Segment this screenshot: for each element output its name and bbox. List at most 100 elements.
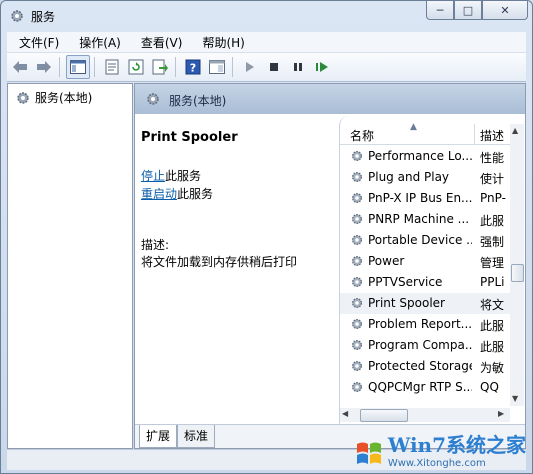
- refresh-icon: [128, 59, 144, 75]
- service-row-description: 管理: [480, 256, 505, 270]
- export-list-icon: [152, 59, 168, 75]
- pause-service-button[interactable]: [287, 56, 309, 78]
- column-separator[interactable]: [474, 124, 475, 144]
- column-header-name[interactable]: 名称: [350, 127, 374, 144]
- table-row[interactable]: PNRP Machine ... 此服: [340, 209, 510, 230]
- gear-icon: [350, 170, 364, 187]
- gear-icon: [9, 8, 25, 24]
- table-row[interactable]: Portable Device ... 强制: [340, 230, 510, 251]
- table-row[interactable]: Power 管理: [340, 251, 510, 272]
- table-row[interactable]: Program Compa... 此服: [340, 335, 510, 356]
- table-row[interactable]: Performance Lo... 性能: [340, 146, 510, 167]
- console-tree-pane: 服务(本地): [7, 83, 133, 449]
- scroll-up-icon[interactable]: ▲: [512, 126, 518, 135]
- export-list-button[interactable]: [149, 56, 171, 78]
- table-row[interactable]: Problem Report... 此服: [340, 314, 510, 335]
- tree-item-label: 服务(本地): [35, 91, 93, 105]
- svg-text:?: ?: [190, 62, 196, 75]
- minimize-button[interactable]: ─: [426, 1, 454, 20]
- services-list: ▲ 名称 描述 Performance Lo... 性能 Plug and Play…: [339, 116, 524, 424]
- service-row-description: 使计: [480, 172, 505, 186]
- list-header: ▲ 名称 描述: [340, 122, 510, 145]
- gear-icon: [350, 233, 364, 250]
- properties-icon: [105, 59, 119, 75]
- service-row-name: Power: [368, 254, 405, 268]
- gear-icon: [350, 212, 364, 229]
- horizontal-scrollbar[interactable]: ◀ ▶: [340, 408, 510, 422]
- service-row-description: 强制: [480, 235, 505, 249]
- gear-icon: [350, 191, 364, 208]
- view-button[interactable]: [206, 56, 228, 78]
- back-button[interactable]: [9, 56, 31, 78]
- table-row[interactable]: Plug and Play 使计: [340, 167, 510, 188]
- forward-button[interactable]: [33, 56, 55, 78]
- stop-icon: [270, 63, 278, 71]
- play-icon: [246, 62, 254, 72]
- scroll-down-icon[interactable]: ▼: [512, 394, 518, 403]
- title-bar[interactable]: 服务 ─ □ ✕: [1, 1, 532, 31]
- table-row[interactable]: PPTVService PPLi: [340, 272, 510, 293]
- restart-service-link[interactable]: 重启动: [141, 187, 177, 201]
- horizontal-scroll-thumb[interactable]: [360, 409, 408, 422]
- vertical-scrollbar[interactable]: ▲ ▼: [510, 124, 524, 406]
- toolbar-separator: [94, 57, 95, 77]
- scroll-left-icon[interactable]: ◀: [342, 409, 348, 418]
- table-row[interactable]: Print Spooler 将文: [340, 293, 510, 314]
- watermark-url: Www.Xitonghe.com: [387, 458, 486, 469]
- restart-suffix: 此服务: [177, 187, 214, 201]
- gear-icon: [350, 380, 364, 397]
- restart-service-button[interactable]: [311, 56, 333, 78]
- watermark-title: Win7系统之家: [387, 433, 526, 457]
- service-row-description: PPLi: [480, 275, 505, 289]
- pause-icon: [294, 63, 302, 71]
- services-window: 服务 ─ □ ✕ 文件(F) 操作(A) 查看(V) 帮助(H) ? 服务(本地…: [0, 0, 533, 474]
- gear-icon: [350, 254, 364, 271]
- service-row-name: PPTVService: [368, 275, 443, 289]
- gear-icon: [350, 275, 364, 292]
- console-tree-button[interactable]: [66, 55, 90, 79]
- tree-item-services-local[interactable]: 服务(本地): [12, 88, 95, 107]
- stop-service-button[interactable]: [263, 56, 285, 78]
- table-row[interactable]: Protected Storage 为敏: [340, 356, 510, 377]
- table-row[interactable]: PnP-X IP Bus En... PnP-: [340, 188, 510, 209]
- menu-help[interactable]: 帮助(H): [190, 32, 252, 52]
- scroll-right-icon[interactable]: ▶: [498, 409, 504, 418]
- service-row-description: 此服: [480, 319, 505, 333]
- gear-icon: [350, 296, 364, 313]
- service-row-name: Print Spooler: [368, 296, 445, 310]
- properties-button[interactable]: [101, 56, 123, 78]
- close-button[interactable]: ✕: [482, 1, 528, 20]
- vertical-scroll-thumb[interactable]: [511, 264, 524, 282]
- menu-file[interactable]: 文件(F): [7, 32, 67, 52]
- stop-service-link[interactable]: 停止: [141, 169, 165, 183]
- maximize-button[interactable]: □: [454, 1, 482, 20]
- service-row-name: Protected Storage: [368, 359, 472, 373]
- help-button[interactable]: ?: [182, 56, 204, 78]
- table-row[interactable]: QQPCMgr RTP S... QQ: [340, 377, 510, 398]
- gear-icon: [145, 91, 161, 110]
- service-row-description: PnP-: [480, 191, 506, 205]
- pane-header-title: 服务(本地): [169, 94, 227, 108]
- service-row-name: Portable Device ...: [368, 233, 472, 247]
- caption-buttons: ─ □ ✕: [426, 1, 528, 20]
- service-row-name: PNRP Machine ...: [368, 212, 470, 226]
- toolbar-separator: [59, 57, 60, 77]
- menu-view[interactable]: 查看(V): [129, 32, 191, 52]
- start-service-button[interactable]: [239, 56, 261, 78]
- service-row-name: PnP-X IP Bus En...: [368, 191, 472, 205]
- console-tree-icon: [70, 60, 86, 74]
- menu-bar: 文件(F) 操作(A) 查看(V) 帮助(H): [7, 32, 526, 53]
- service-detail-panel: Print Spooler 停止此服务 重启动此服务 描述: 将文件加载到内存供…: [141, 130, 337, 269]
- details-pane: 服务(本地) Print Spooler 停止此服务 重启动此服务 描述: 将文…: [134, 83, 526, 449]
- service-row-name: Problem Report...: [368, 317, 472, 331]
- stop-action: 停止此服务: [141, 167, 201, 184]
- service-row-description: 此服: [480, 340, 505, 354]
- column-header-description[interactable]: 描述: [480, 127, 504, 144]
- restart-icon: [316, 62, 328, 72]
- help-icon: ?: [185, 59, 201, 75]
- refresh-button[interactable]: [125, 56, 147, 78]
- gear-icon: [350, 359, 364, 376]
- menu-action[interactable]: 操作(A): [67, 32, 129, 52]
- tab-extended[interactable]: 扩展: [139, 425, 178, 448]
- tab-standard[interactable]: 标准: [177, 425, 216, 448]
